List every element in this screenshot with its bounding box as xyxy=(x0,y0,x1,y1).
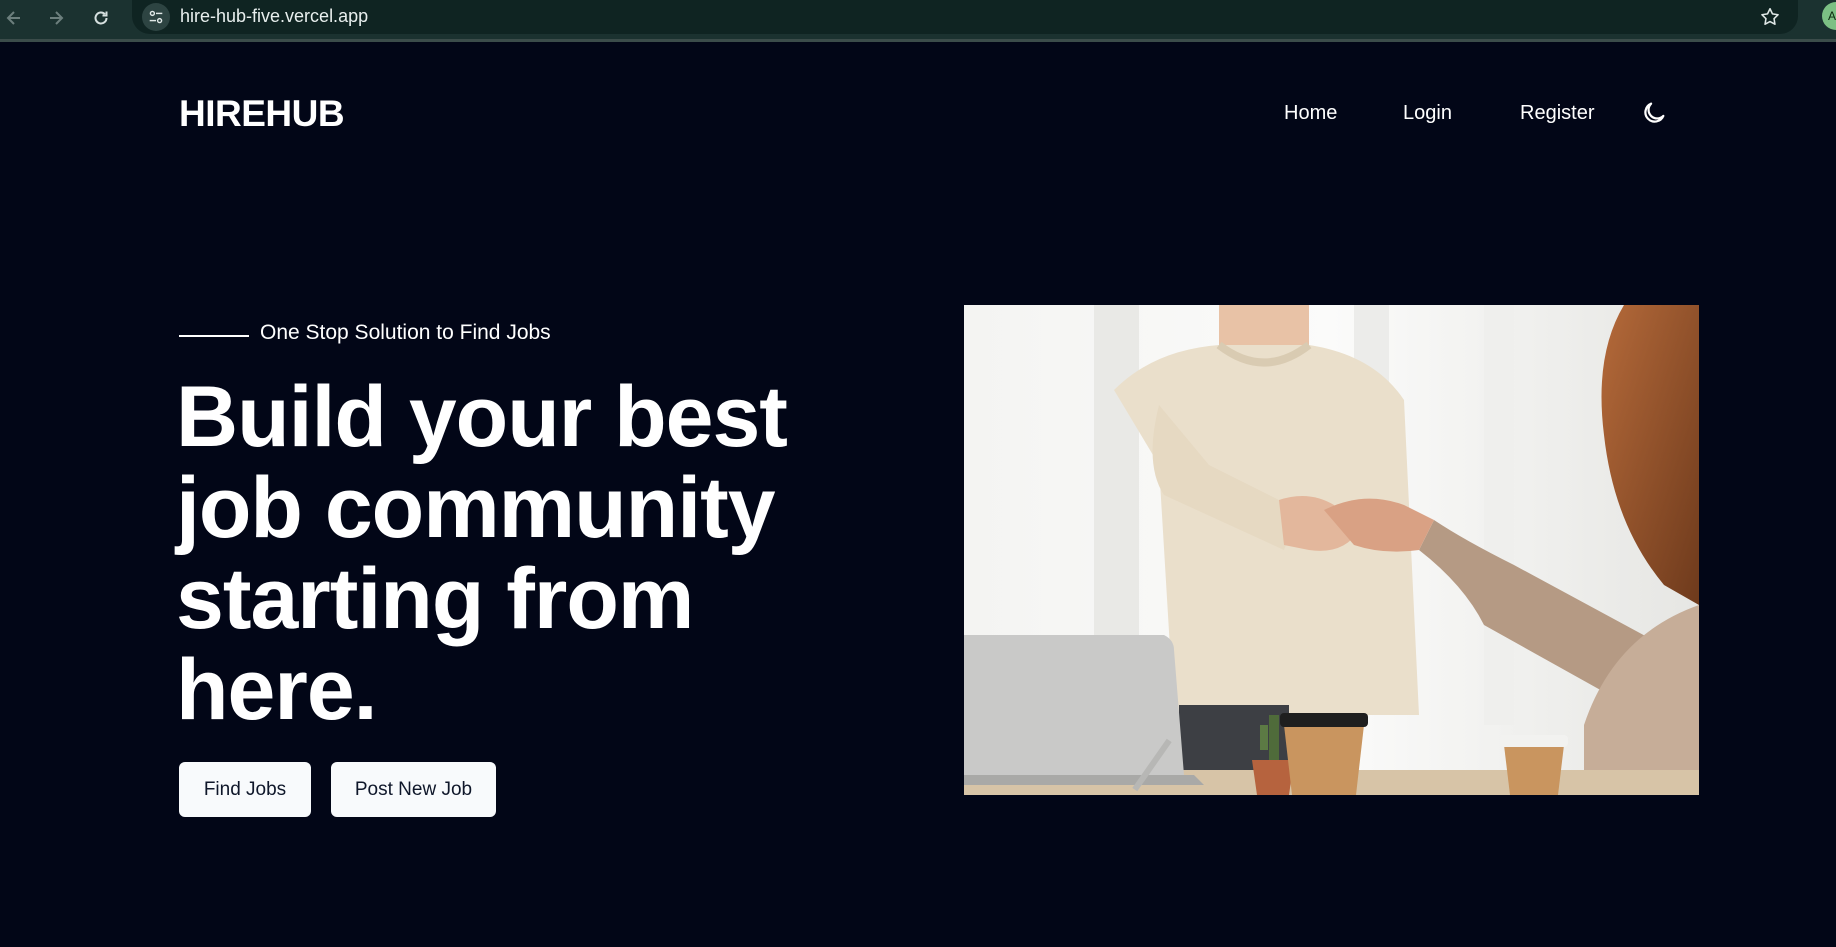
address-bar[interactable]: hire-hub-five.vercel.app xyxy=(132,0,1798,34)
reload-button[interactable] xyxy=(87,4,115,32)
tune-icon xyxy=(149,10,163,24)
browser-toolbar: hire-hub-five.vercel.app A xyxy=(0,0,1836,42)
arrow-left-icon xyxy=(6,11,20,25)
moon-icon xyxy=(1644,102,1665,123)
find-jobs-button[interactable]: Find Jobs xyxy=(179,762,311,817)
arrow-right-icon xyxy=(50,11,64,25)
post-new-job-button[interactable]: Post New Job xyxy=(331,762,496,817)
nav-home-link[interactable]: Home xyxy=(1284,101,1337,125)
hero-handshake-image xyxy=(964,305,1699,795)
hero-tagline: One Stop Solution to Find Jobs xyxy=(260,321,551,344)
nav-login-link[interactable]: Login xyxy=(1403,101,1452,125)
tagline-divider xyxy=(179,335,249,337)
site-info-button[interactable] xyxy=(142,3,170,31)
nav-register-link[interactable]: Register xyxy=(1520,101,1594,125)
url-text[interactable]: hire-hub-five.vercel.app xyxy=(180,4,368,28)
back-button[interactable] xyxy=(0,4,28,32)
handshake-photo xyxy=(964,305,1699,795)
reload-icon xyxy=(94,11,108,25)
site-logo[interactable]: HIREHUB xyxy=(179,92,345,136)
profile-avatar[interactable]: A xyxy=(1822,2,1836,30)
hero-title: Build your best job community starting f… xyxy=(176,369,788,738)
star-icon xyxy=(1761,7,1779,26)
bookmark-button[interactable] xyxy=(1756,3,1784,31)
forward-button[interactable] xyxy=(42,4,70,32)
theme-toggle-button[interactable] xyxy=(1638,97,1670,129)
